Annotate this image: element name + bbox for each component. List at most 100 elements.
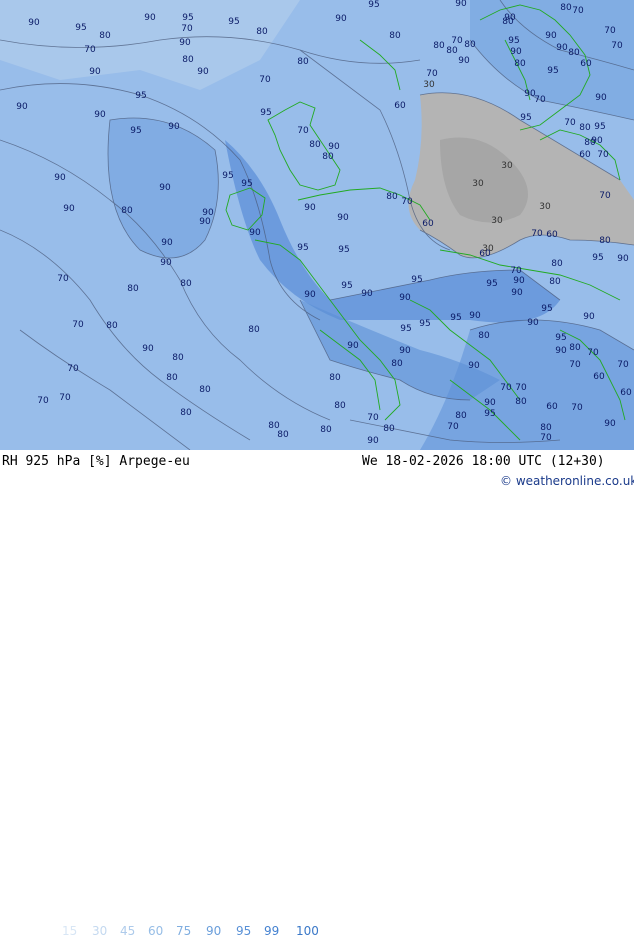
contour-label: 95: [486, 279, 497, 289]
contour-label: 95: [547, 66, 558, 76]
contour-label: 90: [179, 38, 191, 48]
contour-label: 80: [121, 206, 133, 216]
contour-label: 90: [249, 228, 261, 238]
contour-label: 70: [515, 383, 527, 393]
contour-label: 90: [527, 318, 539, 328]
contour-label: 90: [94, 110, 106, 120]
contour-label: 90: [361, 289, 373, 299]
contour-label: 70: [447, 422, 459, 432]
contour-label: 30: [423, 80, 435, 90]
contour-label: 90: [367, 436, 379, 446]
contour-label: 70: [571, 403, 583, 413]
contour-label: 90: [144, 13, 156, 23]
contour-label: 70: [401, 197, 413, 207]
contour-label: 95: [228, 17, 239, 27]
contour-label: 95: [341, 281, 352, 291]
contour-label: 95: [555, 333, 566, 343]
contour-label: 70: [540, 433, 552, 443]
contour-label: 60: [579, 150, 591, 160]
contour-label: 60: [479, 249, 491, 259]
contour-label: 90: [161, 238, 173, 248]
contour-label: 95: [508, 36, 519, 46]
contour-label: 60: [422, 219, 434, 229]
contour-label: 70: [510, 266, 522, 276]
contour-label: 60: [546, 230, 558, 240]
contour-label: 80: [464, 40, 476, 50]
contour-label: 80: [579, 123, 591, 133]
contour-label: 80: [180, 408, 192, 418]
contour-label: 90: [304, 203, 316, 213]
contour-label: 80: [334, 401, 346, 411]
contour-label: 80: [106, 321, 118, 331]
legend-value: 95: [236, 924, 252, 938]
contour-label: 80: [309, 140, 321, 150]
contour-label: 70: [587, 348, 599, 358]
contour-label: 80: [127, 284, 139, 294]
contour-label: 30: [491, 216, 503, 226]
contour-label: 60: [593, 372, 605, 382]
legend-value: 60: [148, 924, 164, 938]
contour-label: 80: [551, 259, 563, 269]
contour-label: 95: [400, 324, 411, 334]
contour-label: 80: [277, 430, 289, 440]
contour-label: 95: [222, 171, 233, 181]
contour-label: 95: [297, 243, 308, 253]
contour-label: 80: [455, 411, 467, 421]
contour-label: 95: [520, 113, 531, 123]
contour-label: 80: [560, 3, 572, 13]
contour-label: 70: [569, 360, 581, 370]
contour-label: 80: [320, 425, 332, 435]
contour-label: 30: [472, 179, 484, 189]
contour-label: 90: [399, 293, 411, 303]
contour-label: 70: [181, 24, 193, 34]
legend-value: 30: [92, 924, 108, 938]
contour-label: 80: [389, 31, 401, 41]
contour-label: 70: [451, 36, 463, 46]
contour-label: 90: [458, 56, 470, 66]
contour-label: 70: [297, 126, 309, 136]
contour-label: 70: [604, 26, 616, 36]
contour-label: 80: [515, 397, 527, 407]
contour-label: 95: [75, 23, 86, 33]
contour-label: 95: [368, 0, 379, 10]
contour-label: 90: [468, 361, 480, 371]
contour-label: 90: [545, 31, 557, 41]
contour-label: 95: [241, 179, 252, 189]
contour-label: 90: [160, 258, 172, 268]
contour-label: 90: [484, 398, 496, 408]
credit-link[interactable]: © weatheronline.co.uk: [500, 474, 634, 488]
legend-value: 75: [176, 924, 192, 938]
contour-label: 90: [469, 311, 481, 321]
forecast-datetime: We 18-02-2026 18:00 UTC (12+30): [362, 454, 605, 469]
footer-bar: RH 925 hPa [%] Arpege-eu We 18-02-2026 1…: [0, 450, 634, 938]
contour-label: 90: [335, 14, 347, 24]
contour-label: 90: [504, 13, 516, 23]
contour-label: 70: [597, 150, 609, 160]
contour-label: 70: [57, 274, 69, 284]
contour-label: 95: [130, 126, 141, 136]
contour-label: 80: [199, 385, 211, 395]
contour-label: 80: [329, 373, 341, 383]
contour-label: 90: [304, 290, 316, 300]
contour-label: 90: [54, 173, 66, 183]
contour-label: 80: [248, 325, 260, 335]
weather-map: 90 95 90 95 70 95 80 90 95 90 80 90 70 80 90 90 80 70 80 80…: [0, 0, 634, 450]
contour-label: 95: [419, 319, 430, 329]
contour-label: 70: [84, 45, 96, 55]
contour-label: 90: [16, 102, 28, 112]
contour-label: 80: [568, 48, 580, 58]
contour-label: 80: [514, 59, 526, 69]
legend-value: 45: [120, 924, 136, 938]
contour-label: 80: [478, 331, 490, 341]
contour-label: 80: [297, 57, 309, 67]
contour-label: 70: [599, 191, 611, 201]
contour-label: 80: [549, 277, 561, 287]
contour-label: 70: [500, 383, 512, 393]
contour-label: 80: [99, 31, 111, 41]
contour-label: 70: [611, 41, 623, 51]
contour-label: 80: [433, 41, 445, 51]
contour-label: 90: [142, 344, 154, 354]
contour-label: 90: [604, 419, 616, 429]
contour-label: 80: [386, 192, 398, 202]
contour-label: 90: [328, 142, 340, 152]
